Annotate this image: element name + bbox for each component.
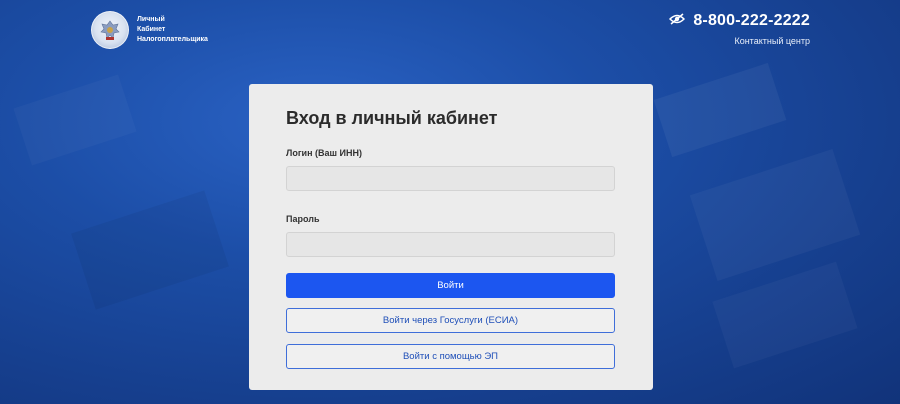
background-shape: [13, 74, 136, 165]
background-shape: [71, 190, 229, 310]
contact-center-label: Контактный центр: [734, 36, 810, 46]
background-shape: [653, 62, 787, 158]
gosuslugi-login-button[interactable]: Войти через Госуслуги (ЕСИА): [286, 308, 615, 333]
hearing-impaired-icon[interactable]: [669, 12, 686, 30]
logo-text: Личный Кабинет Налогоплательщика: [137, 15, 208, 45]
page-title: Вход в личный кабинет: [286, 108, 498, 128]
logo-line: Личный: [137, 16, 165, 23]
login-card: Вход в личный кабинет Логин (Ваш ИНН) Па…: [249, 84, 653, 390]
ep-login-button[interactable]: Войти с помощью ЭП: [286, 344, 615, 369]
password-label: Пароль: [286, 214, 320, 224]
emblem-icon: [91, 11, 129, 49]
submit-button[interactable]: Войти: [286, 273, 615, 298]
background-shape: [712, 262, 857, 369]
site-logo[interactable]: Личный Кабинет Налогоплательщика: [91, 11, 208, 49]
login-input[interactable]: [286, 166, 615, 191]
login-label: Логин (Ваш ИНН): [286, 148, 362, 158]
phone-row: 8-800-222-2222: [669, 12, 810, 30]
logo-line: Налогоплательщика: [137, 36, 208, 43]
logo-line: Кабинет: [137, 26, 166, 33]
phone-number[interactable]: 8-800-222-2222: [693, 12, 810, 30]
password-input[interactable]: [286, 232, 615, 257]
contact-center: 8-800-222-2222 Контактный центр: [669, 12, 810, 46]
